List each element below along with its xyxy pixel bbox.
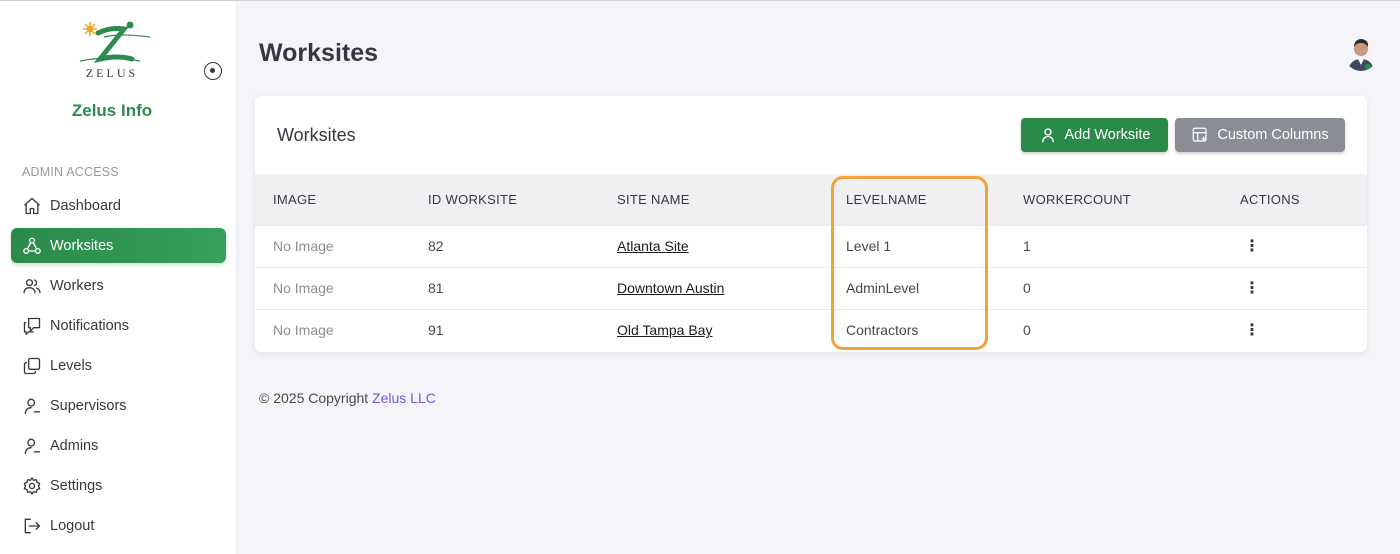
worksites-card: Worksites Add Worksite Custom Columns IM… (255, 96, 1367, 352)
cell-image: No Image (273, 238, 334, 254)
sidebar-item-label: Logout (50, 517, 95, 534)
add-worksite-label: Add Worksite (1064, 127, 1151, 143)
cell-id-worksite: 82 (428, 238, 444, 254)
network-icon (22, 236, 42, 256)
sidebar-item-label: Supervisors (50, 397, 127, 414)
brand-name: Zelus Info (71, 101, 153, 120)
column-header-levelname[interactable]: LEVELNAME (828, 174, 1005, 225)
sidebar-nav: Dashboard Worksites Workers Notification… (11, 188, 226, 548)
cell-workercount: 1 (1023, 238, 1031, 254)
table-row: No Image 91 Old Tampa Bay Contractors 0 … (255, 309, 1367, 351)
cell-levelname: AdminLevel (846, 280, 920, 296)
sidebar-item-notifications[interactable]: Notifications (11, 308, 226, 343)
sidebar-item-label: Worksites (50, 237, 114, 254)
card-title: Worksites (277, 125, 356, 145)
worksites-table: IMAGE ID WORKSITE SITE NAME LEVELNAME WO… (255, 174, 1367, 351)
table-header-row: IMAGE ID WORKSITE SITE NAME LEVELNAME WO… (255, 174, 1367, 225)
sidebar-item-dashboard[interactable]: Dashboard (11, 188, 226, 223)
sidebar-item-label: Dashboard (50, 197, 121, 214)
cell-levelname: Level 1 (846, 238, 892, 254)
zelus-logo[interactable]: ZELUS (70, 19, 154, 81)
add-worksite-button[interactable]: Add Worksite (1021, 118, 1168, 152)
gear-icon (22, 476, 42, 496)
page-title: Worksites (259, 39, 379, 67)
custom-columns-label: Custom Columns (1217, 127, 1329, 143)
column-header-image[interactable]: IMAGE (255, 174, 410, 225)
user-avatar[interactable] (1344, 35, 1378, 71)
sidebar-item-label: Workers (50, 277, 104, 294)
cell-id-worksite: 81 (428, 280, 444, 296)
sidebar-item-levels[interactable]: Levels (11, 348, 226, 383)
column-header-actions: ACTIONS (1240, 191, 1300, 207)
table-add-icon (1193, 127, 1207, 142)
sidebar-item-label: Settings (50, 477, 103, 494)
table-row: No Image 81 Downtown Austin AdminLevel 0… (255, 267, 1367, 309)
user-icon (22, 436, 42, 456)
copyright-text: © 2025 Copyright (259, 390, 369, 406)
sidebar-item-logout[interactable]: Logout (11, 508, 226, 543)
notification-icon (22, 316, 42, 336)
sidebar-item-workers[interactable]: Workers (11, 268, 226, 303)
column-header-workercount[interactable]: WORKERCOUNT (1005, 174, 1222, 225)
sidebar-collapse-button[interactable] (204, 62, 222, 80)
sidebar-item-worksites[interactable]: Worksites (11, 228, 226, 263)
svg-text:ZELUS: ZELUS (86, 66, 138, 80)
layers-icon (22, 356, 42, 376)
cell-workercount: 0 (1023, 280, 1031, 296)
row-actions-menu-icon[interactable]: ⋮ (1240, 236, 1260, 256)
sidebar-item-settings[interactable]: Settings (11, 468, 226, 503)
column-header-id-worksite[interactable]: ID WORKSITE (410, 174, 599, 225)
site-name-link[interactable]: Atlanta Site (617, 238, 689, 254)
users-icon (22, 276, 42, 296)
row-actions-menu-icon[interactable]: ⋮ (1240, 320, 1260, 340)
column-header-site-name[interactable]: SITE NAME (599, 174, 828, 225)
sidebar: ZELUS Zelus Info ADMIN ACCESS Dashboard … (0, 1, 237, 554)
sidebar-item-label: Admins (50, 437, 99, 454)
site-name-link[interactable]: Downtown Austin (617, 280, 724, 296)
custom-columns-button[interactable]: Custom Columns (1175, 118, 1345, 152)
cell-image: No Image (273, 280, 334, 296)
sidebar-item-label: Levels (50, 357, 92, 374)
logout-icon (22, 516, 42, 536)
user-icon (22, 396, 42, 416)
cell-workercount: 0 (1023, 322, 1031, 339)
admin-access-section-label: ADMIN ACCESS (22, 165, 119, 179)
footer: © 2025 Copyright Zelus LLC (259, 390, 436, 406)
sidebar-item-admins[interactable]: Admins (11, 428, 226, 463)
cell-image: No Image (273, 322, 334, 339)
user-icon (1041, 128, 1054, 143)
sidebar-item-label: Notifications (50, 317, 129, 334)
company-link[interactable]: Zelus LLC (372, 390, 436, 406)
table-row: No Image 82 Atlanta Site Level 1 1 ⋮ (255, 225, 1367, 267)
sidebar-item-supervisors[interactable]: Supervisors (11, 388, 226, 423)
site-name-link[interactable]: Old Tampa Bay (617, 322, 712, 338)
cell-id-worksite: 91 (428, 322, 444, 339)
row-actions-menu-icon[interactable]: ⋮ (1240, 278, 1260, 298)
home-icon (22, 196, 42, 216)
cell-levelname: Contractors (846, 322, 919, 339)
